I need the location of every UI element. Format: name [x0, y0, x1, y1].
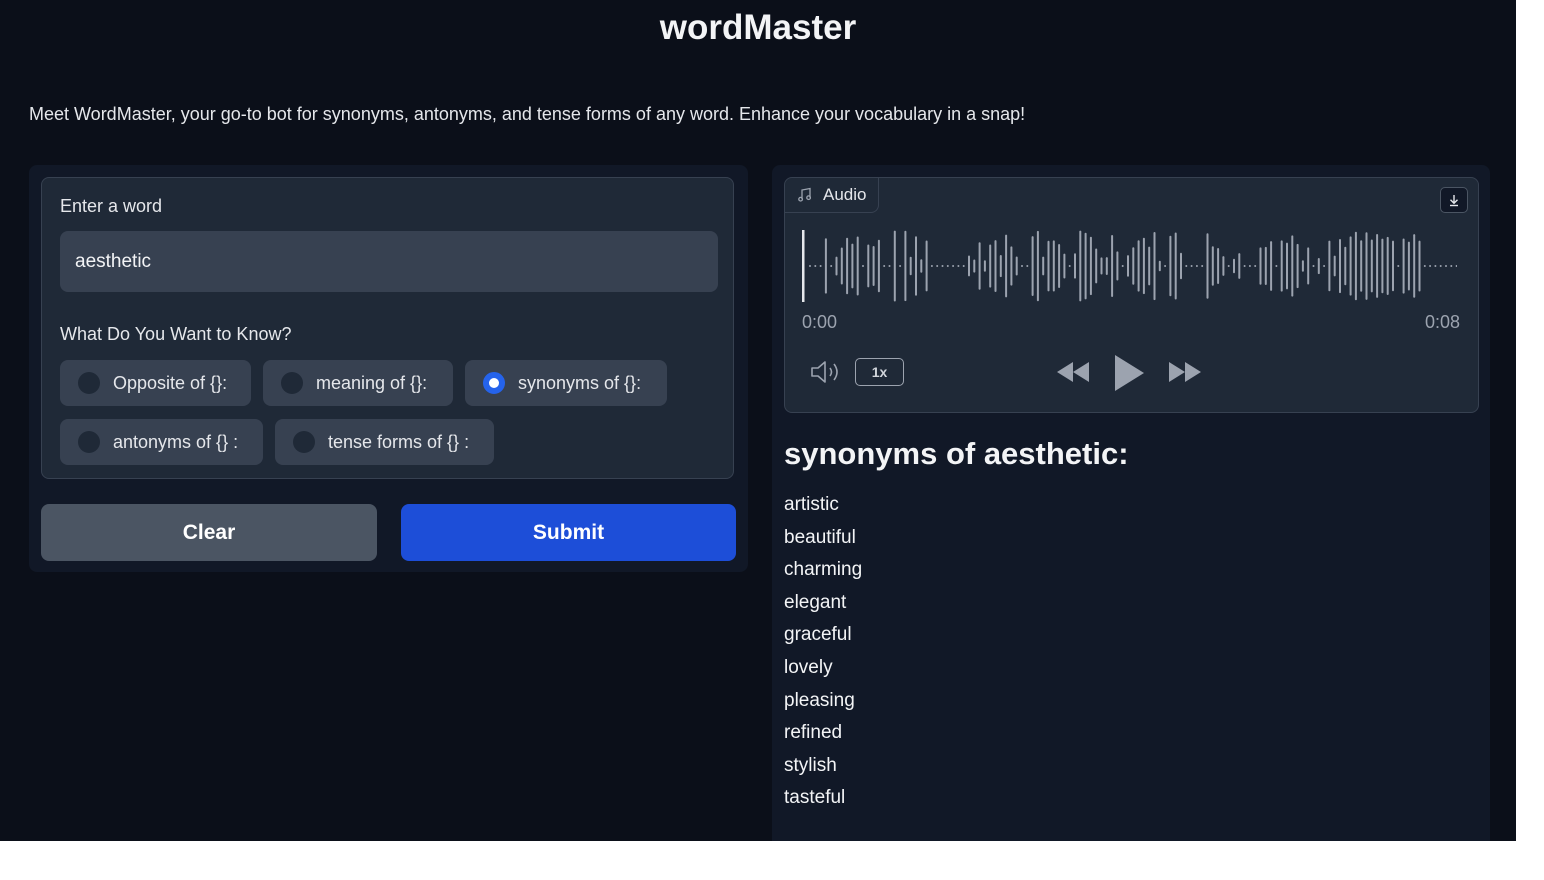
waveform[interactable] [802, 228, 1457, 304]
input-panel: Enter a word What Do You Want to Know? O… [29, 165, 748, 572]
radio-circle[interactable] [293, 431, 315, 453]
result-item: lovely [784, 656, 833, 678]
clear-button[interactable]: Clear [41, 504, 377, 561]
app-description: Meet WordMaster, your go-to bot for syno… [29, 104, 1026, 124]
page-title: wordMaster [659, 8, 857, 47]
radio-synonyms[interactable]: synonyms of {}: [465, 360, 667, 406]
radio-antonyms[interactable]: antonyms of {} : [60, 419, 263, 465]
audio-label: Audio [823, 185, 867, 204]
input-block: Enter a word What Do You Want to Know? O… [41, 177, 734, 479]
radio-label: synonyms of {}: [518, 372, 642, 393]
radio-label: Opposite of {}: [113, 372, 228, 393]
result-heading: synonyms of aesthetic: [784, 436, 1129, 471]
radio-circle[interactable] [78, 372, 100, 394]
audio-player: Audio 0:00 0:08 1x [784, 177, 1479, 413]
result-list: artistic beautiful charming elegant grac… [784, 489, 862, 815]
result-item: beautiful [784, 526, 856, 548]
radio-tense-forms[interactable]: tense forms of {} : [275, 419, 494, 465]
result-item: tasteful [784, 787, 846, 809]
volume-button[interactable] [809, 358, 843, 386]
result-item: graceful [784, 624, 852, 646]
play-icon [1115, 355, 1144, 391]
radio-circle[interactable] [281, 372, 303, 394]
output-panel: Audio 0:00 0:08 1x synonyms of aesthetic… [772, 165, 1490, 841]
result-item: elegant [784, 591, 847, 613]
playback-speed-button[interactable]: 1x [855, 358, 904, 386]
result-item: charming [784, 559, 863, 581]
radio-opposite[interactable]: Opposite of {}: [60, 360, 251, 406]
radio-label: antonyms of {} : [113, 431, 239, 452]
question-label: What Do You Want to Know? [60, 324, 292, 344]
fast-forward-button[interactable] [1167, 359, 1203, 385]
result-item: pleasing [784, 689, 855, 711]
radio-circle-selected[interactable] [483, 372, 505, 394]
radio-meaning[interactable]: meaning of {}: [263, 360, 453, 406]
rewind-button[interactable] [1055, 359, 1091, 385]
word-input-label: Enter a word [60, 196, 163, 216]
radio-label: tense forms of {} : [328, 431, 470, 452]
result-item: stylish [784, 754, 837, 776]
volume-icon [811, 361, 838, 383]
audio-tab: Audio [785, 178, 880, 213]
result-item: artistic [784, 494, 839, 515]
result-item: refined [784, 722, 843, 744]
radio-label: meaning of {}: [316, 372, 428, 393]
download-button[interactable] [1440, 187, 1468, 213]
fast-forward-icon [1169, 362, 1201, 382]
total-time: 0:08 [1424, 312, 1460, 332]
radio-circle[interactable] [78, 431, 100, 453]
current-time: 0:00 [802, 312, 838, 332]
app-container: wordMaster Meet WordMaster, your go-to b… [0, 0, 1516, 841]
submit-button[interactable]: Submit [401, 504, 736, 561]
music-note-icon [798, 187, 812, 202]
word-input[interactable] [60, 231, 718, 292]
play-button[interactable] [1112, 353, 1146, 393]
download-icon [1450, 195, 1458, 207]
rewind-icon [1057, 362, 1089, 382]
